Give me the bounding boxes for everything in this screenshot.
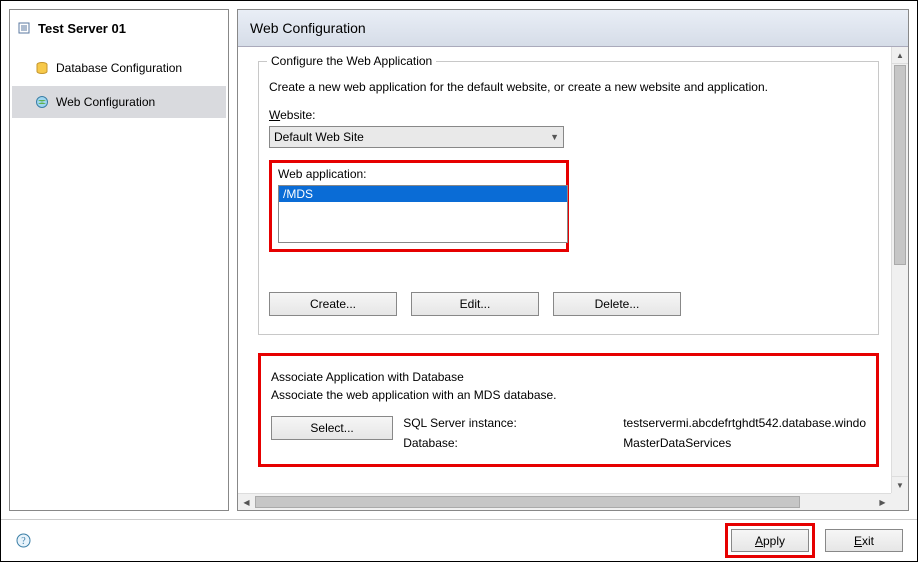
assoc-title: Associate Application with Database [271, 370, 866, 384]
delete-button[interactable]: Delete... [553, 292, 681, 316]
content-body-wrapper: Configure the Web Application Create a n… [238, 47, 908, 493]
highlight-associate: Associate Application with Database Asso… [258, 353, 879, 467]
highlight-webapp: Web application: /MDS [269, 160, 569, 252]
configure-webapp-group: Configure the Web Application Create a n… [258, 61, 879, 335]
sql-instance-value: testservermi.abcdefrtghdt542.database.wi… [623, 416, 866, 430]
help-icon[interactable]: ? [15, 533, 31, 549]
configure-desc: Create a new web application for the def… [269, 80, 868, 94]
create-button[interactable]: Create... [269, 292, 397, 316]
webapp-list-item[interactable]: /MDS [279, 186, 567, 202]
h-track[interactable] [255, 494, 874, 510]
page-title: Web Configuration [238, 10, 908, 47]
svg-text:?: ? [21, 536, 26, 547]
webapp-listbox[interactable]: /MDS [278, 185, 568, 243]
edit-button[interactable]: Edit... [411, 292, 539, 316]
footer: ? Apply Exit [1, 519, 917, 561]
nav-server-label: Test Server 01 [38, 21, 126, 36]
website-value: Default Web Site [274, 130, 364, 144]
assoc-info: SQL Server instance: testservermi.abcdef… [403, 416, 866, 450]
groupbox-title: Configure the Web Application [267, 54, 436, 68]
scroll-down-icon[interactable]: ▼ [892, 476, 908, 493]
chevron-down-icon: ▼ [550, 132, 559, 142]
globe-icon [34, 94, 50, 110]
webapp-button-row: Create... Edit... Delete... [269, 292, 868, 316]
scroll-corner [891, 493, 908, 510]
content-panel: Web Configuration Configure the Web Appl… [237, 9, 909, 511]
website-label: Website: [269, 108, 868, 122]
database-icon [34, 60, 50, 76]
assoc-desc: Associate the web application with an MD… [271, 388, 866, 402]
content-body: Configure the Web Application Create a n… [238, 47, 891, 493]
assoc-row: Select... SQL Server instance: testserve… [271, 416, 866, 450]
config-manager-window: Test Server 01 Database Configuration We… [0, 0, 918, 562]
website-combobox[interactable]: Default Web Site ▼ [269, 126, 564, 148]
exit-button[interactable]: Exit [825, 529, 903, 552]
database-label: Database: [403, 436, 583, 450]
associate-group: Associate Application with Database Asso… [261, 356, 876, 464]
nav-panel: Test Server 01 Database Configuration We… [9, 9, 229, 511]
nav-item-web-config[interactable]: Web Configuration [12, 86, 226, 118]
main-area: Test Server 01 Database Configuration We… [1, 1, 917, 519]
nav-item-database-config[interactable]: Database Configuration [12, 52, 226, 84]
highlight-apply: Apply [725, 523, 815, 558]
database-value: MasterDataServices [623, 436, 866, 450]
horizontal-scrollbar[interactable]: ◀ ▶ [238, 493, 891, 510]
nav-item-label: Web Configuration [56, 95, 155, 109]
webapp-label: Web application: [278, 167, 560, 181]
scroll-right-icon[interactable]: ▶ [874, 494, 891, 510]
nav-server-title: Test Server 01 [10, 12, 228, 50]
select-button[interactable]: Select... [271, 416, 393, 440]
server-icon [16, 20, 32, 36]
scroll-thumb[interactable] [894, 65, 906, 265]
vertical-scrollbar[interactable]: ▲ ▼ [891, 47, 908, 493]
scroll-left-icon[interactable]: ◀ [238, 494, 255, 510]
nav-item-label: Database Configuration [56, 61, 182, 75]
sql-instance-label: SQL Server instance: [403, 416, 583, 430]
apply-button[interactable]: Apply [731, 529, 809, 552]
h-scroll-thumb[interactable] [255, 496, 800, 508]
scroll-up-icon[interactable]: ▲ [892, 47, 908, 64]
